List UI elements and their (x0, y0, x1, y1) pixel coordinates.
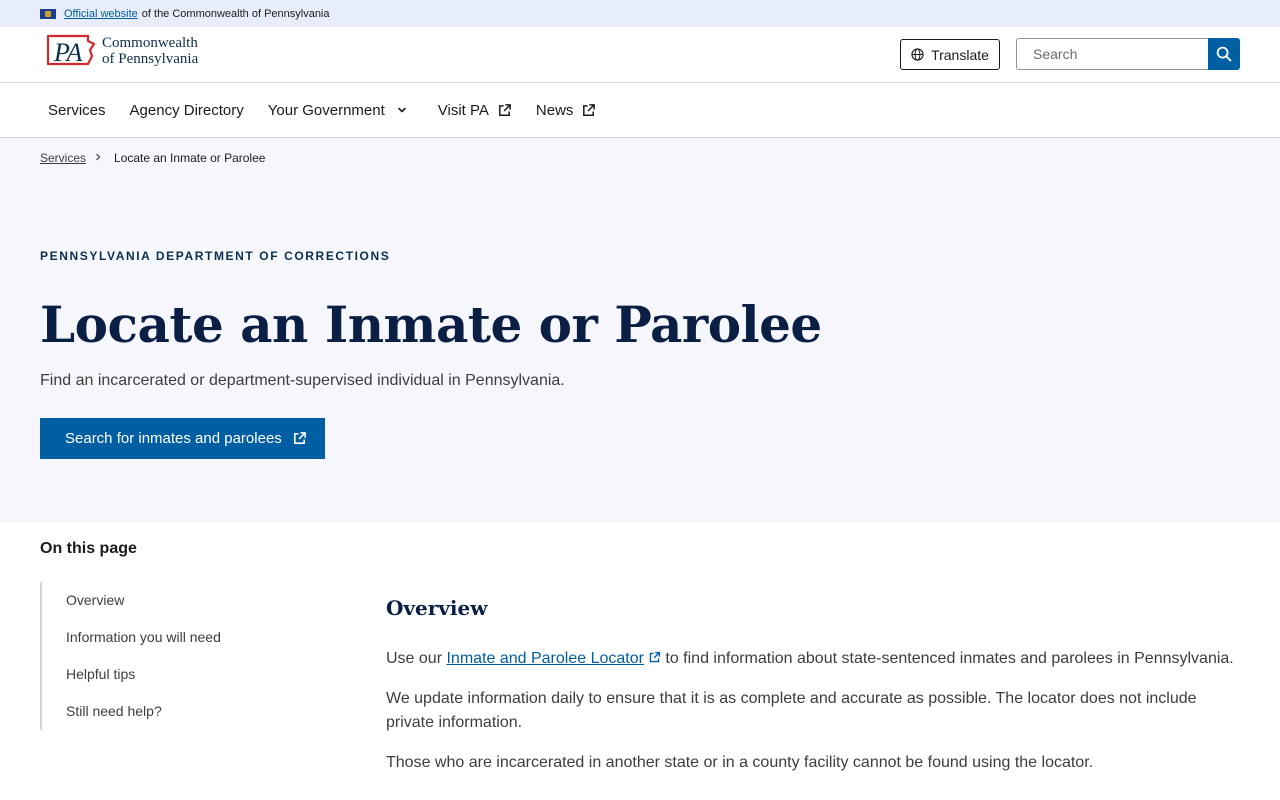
nav-item-label: Services (48, 101, 106, 119)
pa-flag-icon (40, 8, 56, 19)
site-search (1016, 38, 1240, 70)
otp-link-helpful-tips[interactable]: Helpful tips (42, 656, 240, 693)
external-link-icon (498, 103, 511, 116)
search-inmates-label: Search for inmates and parolees (65, 430, 282, 447)
external-link-icon (649, 651, 661, 663)
translate-button[interactable]: Translate (900, 39, 1000, 70)
page-hero: Services Locate an Inmate or Parolee PEN… (0, 138, 1280, 523)
nav-item-label: News (535, 101, 574, 119)
main-content: Overview Use our Inmate and Parolee Loca… (386, 596, 1246, 791)
globe-icon (911, 48, 924, 61)
nav-item-news[interactable]: News (536, 102, 597, 119)
locator-link-label: Inmate and Parolee Locator (446, 650, 644, 667)
pa-logo-letters: PA (53, 38, 83, 67)
department-label: PENNSYLVANIA DEPARTMENT OF CORRECTIONS (40, 249, 391, 263)
external-link-icon (583, 103, 596, 116)
official-banner-text: of the Commonwealth of Pennsylvania (141, 7, 330, 20)
official-website-link[interactable]: Official website (64, 8, 138, 20)
on-this-page-nav: Overview Information you will need Helpf… (40, 582, 240, 730)
search-button[interactable] (1208, 38, 1240, 70)
breadcrumb-services-link[interactable]: Services (40, 151, 86, 165)
breadcrumb: Services Locate an Inmate or Parolee (40, 151, 265, 165)
nav-item-label: Visit PA (437, 101, 489, 119)
search-input[interactable] (1016, 38, 1208, 70)
page-subtitle: Find an incarcerated or department-super… (40, 372, 565, 389)
nav-item-services[interactable]: Services (48, 102, 106, 119)
page-title: Locate an Inmate or Parolee (40, 295, 822, 354)
chevron-right-icon (94, 152, 102, 164)
para1-suffix: to find information about state-sentence… (660, 650, 1234, 667)
nav-item-your-government[interactable]: Your Government (268, 102, 408, 119)
site-header: PA Commonwealth of Pennsylvania Translat… (0, 27, 1280, 83)
para1-prefix: Use our (386, 650, 447, 667)
logo-line-2: of Pennsylvania (102, 51, 199, 67)
inmate-parolee-locator-link[interactable]: Inmate and Parolee Locator (446, 650, 661, 667)
main-nav: Services Agency Directory Your Governmen… (0, 83, 1280, 138)
pa-logo-mark-icon: PA (44, 32, 96, 70)
overview-paragraph-2: We update information daily to ensure th… (386, 690, 1197, 731)
overview-paragraph-1: Use our Inmate and Parolee Locator to fi… (386, 647, 1246, 671)
otp-link-information-you-will-need[interactable]: Information you will need (42, 619, 240, 656)
nav-item-agency-directory[interactable]: Agency Directory (130, 102, 244, 119)
nav-item-label: Your Government (267, 101, 385, 119)
overview-heading: Overview (386, 596, 488, 620)
chevron-down-icon (397, 107, 406, 113)
breadcrumb-current: Locate an Inmate or Parolee (114, 151, 266, 165)
search-icon (1216, 46, 1232, 62)
external-link-icon (293, 432, 306, 444)
translate-label: Translate (931, 46, 989, 63)
search-inmates-button[interactable]: Search for inmates and parolees (40, 418, 325, 459)
otp-link-overview[interactable]: Overview (42, 582, 240, 619)
logo-line-1: Commonwealth (102, 35, 198, 51)
pa-logo[interactable]: PA Commonwealth of Pennsylvania (44, 32, 198, 70)
nav-item-visit-pa[interactable]: Visit PA (438, 102, 512, 119)
nav-item-label: Agency Directory (129, 101, 244, 119)
otp-link-still-need-help[interactable]: Still need help? (42, 693, 240, 730)
official-banner: Official website of the Commonwealth of … (0, 0, 1280, 27)
on-this-page-heading: On this page (40, 540, 137, 557)
overview-paragraph-3: Those who are incarcerated in another st… (386, 754, 1094, 771)
